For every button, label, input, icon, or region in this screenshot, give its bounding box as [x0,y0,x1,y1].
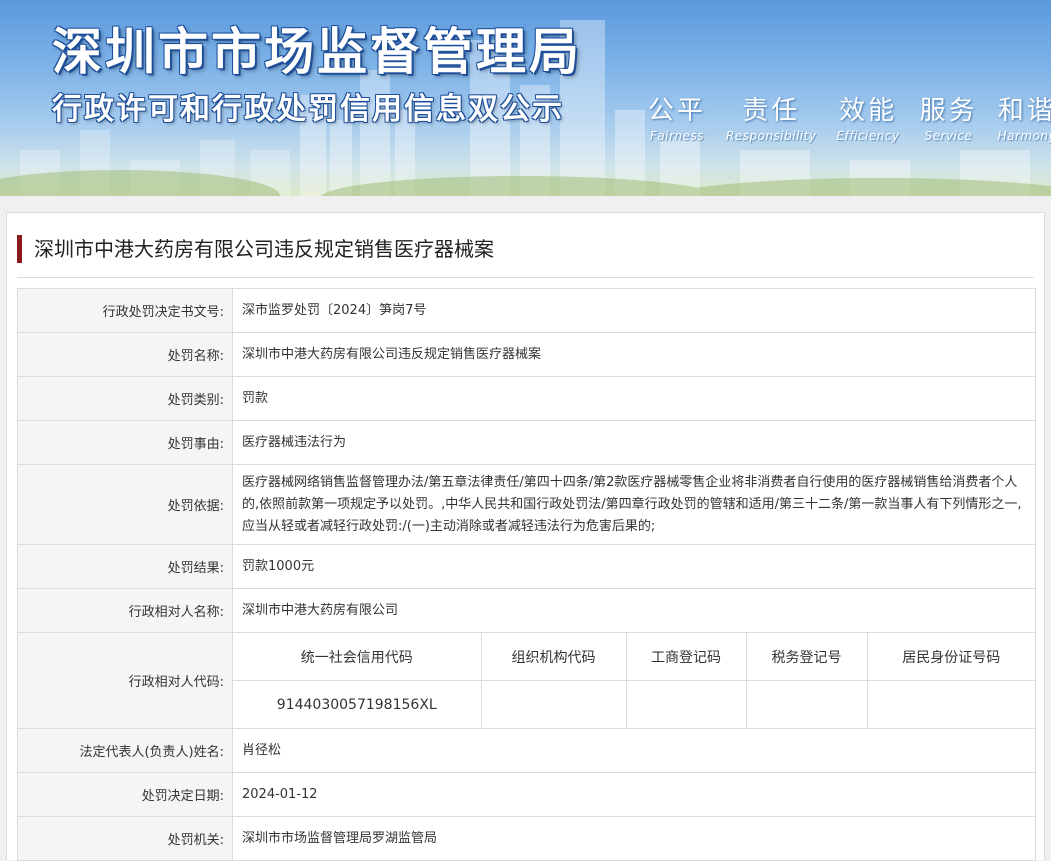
penalty-basis-value: 医疗器械网络销售监督管理办法/第五章法律责任/第四十四条/第2款医疗器械零售企业… [232,464,1036,545]
party-code-table: 统一社会信用代码 组织机构代码 工商登记码 税务登记号 居民身份证号码 9144… [233,633,1035,728]
penalty-name-value: 深圳市中港大药房有限公司违反规定销售医疗器械案 [232,332,1036,377]
penalty-category-label: 处罚类别: [17,376,233,421]
penalty-reason-value: 医疗器械违法行为 [232,420,1036,465]
code-header-row: 统一社会信用代码 组织机构代码 工商登记码 税务登记号 居民身份证号码 [233,633,1035,681]
code-header: 组织机构代码 [480,633,626,681]
authority-value: 深圳市市场监督管理局罗湖监管局 [232,816,1036,861]
party-name-value: 深圳市中港大药房有限公司 [232,588,1036,633]
legal-rep-value: 肖径松 [232,728,1036,773]
slogan-cn: 效能 [839,96,898,126]
table-row: 处罚事由: 医疗器械违法行为 [17,420,1036,465]
penalty-info-table: 行政处罚决定书文号: 深市监罗处罚〔2024〕笋岗7号 处罚名称: 深圳市中港大… [17,288,1036,861]
authority-label: 处罚机关: [17,816,233,861]
header-banner: 深圳市市场监督管理局 行政许可和行政处罚信用信息双公示 公平 Fairness … [0,0,1051,196]
table-row: 处罚机关: 深圳市市场监督管理局罗湖监管局 [17,816,1036,861]
slogan-service: 服务 Service [920,90,978,143]
table-row: 法定代表人(负责人)姓名: 肖径松 [17,728,1036,773]
table-row: 处罚依据: 医疗器械网络销售监督管理办法/第五章法律责任/第四十四条/第2款医疗… [17,464,1036,545]
penalty-category-value: 罚款 [232,376,1036,421]
penalty-result-value: 罚款1000元 [232,544,1036,589]
code-header: 居民身份证号码 [866,633,1035,681]
id-card-value [866,680,1035,728]
party-code-cell: 统一社会信用代码 组织机构代码 工商登记码 税务登记号 居民身份证号码 9144… [232,632,1036,729]
legal-rep-label: 法定代表人(负责人)姓名: [17,728,233,773]
slogan-group: 公平 Fairness 责任 Responsibility 效能 Efficie… [648,90,1051,143]
title-divider [17,277,1034,278]
slogan-en: Fairness [650,129,705,143]
tax-reg-value [745,680,867,728]
decision-date-label: 处罚决定日期: [17,772,233,817]
table-row: 处罚名称: 深圳市中港大药房有限公司违反规定销售医疗器械案 [17,332,1036,377]
penalty-name-label: 处罚名称: [17,332,233,377]
code-header: 税务登记号 [745,633,867,681]
slogan-harmony: 和谐 Harmony [998,90,1051,143]
slogan-efficiency: 效能 Efficiency [837,90,900,143]
decision-date-value: 2024-01-12 [232,772,1036,817]
doc-no-value: 深市监罗处罚〔2024〕笋岗7号 [232,288,1036,333]
table-row: 行政相对人名称: 深圳市中港大药房有限公司 [17,588,1036,633]
banner-subtitle: 行政许可和行政处罚信用信息双公示 [52,92,564,127]
party-name-label: 行政相对人名称: [17,588,233,633]
table-row: 处罚类别: 罚款 [17,376,1036,421]
penalty-basis-label: 处罚依据: [17,464,233,545]
content-panel: 深圳市中港大药房有限公司违反规定销售医疗器械案 行政处罚决定书文号: 深市监罗处… [6,212,1045,861]
slogan-cn: 责任 [742,96,801,126]
org-code-value [480,680,626,728]
table-row: 行政处罚决定书文号: 深市监罗处罚〔2024〕笋岗7号 [17,288,1036,333]
slogan-cn: 和谐 [997,96,1051,126]
slogan-cn: 公平 [648,96,707,126]
credit-code-value: 9144030057198156XL [276,696,437,713]
slogan-cn: 服务 [919,96,978,126]
banner-title: 深圳市市场监督管理局 [52,23,582,81]
table-row: 行政相对人代码: 统一社会信用代码 组织机构代码 工商登记码 税务登记号 居民身… [17,632,1036,729]
slogan-fairness: 公平 Fairness [648,90,706,143]
slogan-en: Responsibility [726,129,817,143]
slogan-en: Harmony [997,129,1051,143]
slogan-responsibility: 责任 Responsibility [726,90,817,143]
code-header: 工商登记码 [625,633,746,681]
doc-no-label: 行政处罚决定书文号: [17,288,233,333]
party-code-label: 行政相对人代码: [17,632,233,729]
code-header: 统一社会信用代码 [233,633,481,681]
business-reg-value [625,680,746,728]
case-title: 深圳市中港大药房有限公司违反规定销售医疗器械案 [17,235,494,263]
slogan-en: Efficiency [836,129,900,143]
code-value-row: 9144030057198156XL [233,680,1035,728]
penalty-reason-label: 处罚事由: [17,420,233,465]
penalty-result-label: 处罚结果: [17,544,233,589]
table-row: 处罚决定日期: 2024-01-12 [17,772,1036,817]
slogan-en: Service [924,129,973,143]
table-row: 处罚结果: 罚款1000元 [17,544,1036,589]
